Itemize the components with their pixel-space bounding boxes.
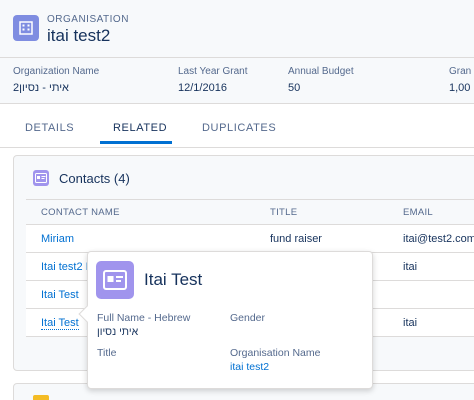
organisation-name-label: Organisation Name (230, 347, 321, 359)
organisation-name-link[interactable]: itai test2 (230, 361, 269, 373)
highlight-value: 1,00 (449, 82, 471, 94)
column-header-contact-name[interactable]: CONTACT NAME (41, 207, 120, 218)
highlights-panel: Organization Name איתי - נסיון2 Last Yea… (0, 58, 474, 104)
contact-email-cell[interactable]: itai (403, 317, 417, 329)
highlight-label: Organization Name (13, 66, 100, 77)
contact-card-icon (33, 170, 49, 186)
contacts-table-header: CONTACT NAME TITLE EMAIL (26, 199, 474, 225)
full-name-hebrew-label: Full Name - Hebrew (97, 312, 191, 324)
column-header-title[interactable]: TITLE (270, 207, 297, 218)
highlight-label: Annual Budget (288, 66, 354, 77)
highlight-value: 12/1/2016 (178, 82, 227, 94)
contacts-list-title[interactable]: Contacts (4) (59, 171, 130, 186)
related-list-icon (33, 395, 49, 400)
title-label: Title (97, 347, 117, 359)
contact-email-cell[interactable]: itai@test2.com (403, 233, 474, 245)
contact-title-cell: fund raiser (270, 233, 322, 245)
highlight-organization-name: Organization Name איתי - נסיון2 (13, 66, 99, 94)
contact-name-link[interactable]: Itai Test (41, 289, 79, 301)
highlight-value: איתי - נסיון2 (13, 82, 69, 94)
record-title: itai test2 (47, 26, 111, 45)
tab-details[interactable]: DETAILS (25, 122, 74, 134)
contact-card-icon (96, 261, 134, 299)
full-name-hebrew-value: איתי נסיון (97, 326, 139, 338)
highlight-annual-budget: Annual Budget 50 (288, 66, 354, 94)
object-type-label: ORGANISATION (47, 14, 129, 25)
highlight-label: Last Year Grant (178, 66, 248, 77)
contact-name-link[interactable]: Itai test2 I (41, 261, 89, 273)
contact-name-link[interactable]: Itai Test (41, 317, 79, 330)
highlight-label: Gran (449, 66, 472, 77)
contact-name-link[interactable]: Miriam (41, 233, 74, 245)
tab-duplicates[interactable]: DUPLICATES (202, 122, 276, 134)
highlight-last-year-grant: Last Year Grant 12/1/2016 (178, 66, 248, 94)
record-tabs: DETAILS RELATED DUPLICATES (0, 104, 474, 148)
highlight-grant: Gran 1,00 (449, 66, 471, 94)
gender-label: Gender (230, 312, 266, 324)
highlight-value: 50 (288, 82, 301, 94)
active-tab-indicator (100, 141, 172, 144)
tab-related[interactable]: RELATED (113, 122, 167, 134)
record-page: ORGANISATION itai test2 Organization Nam… (0, 0, 474, 400)
hover-card-title[interactable]: Itai Test (144, 270, 202, 290)
table-row: Miriam fund raiser itai@test2.com (26, 225, 474, 253)
column-header-email[interactable]: EMAIL (403, 207, 433, 218)
building-icon (13, 15, 39, 41)
contact-email-cell[interactable]: itai (403, 261, 417, 273)
